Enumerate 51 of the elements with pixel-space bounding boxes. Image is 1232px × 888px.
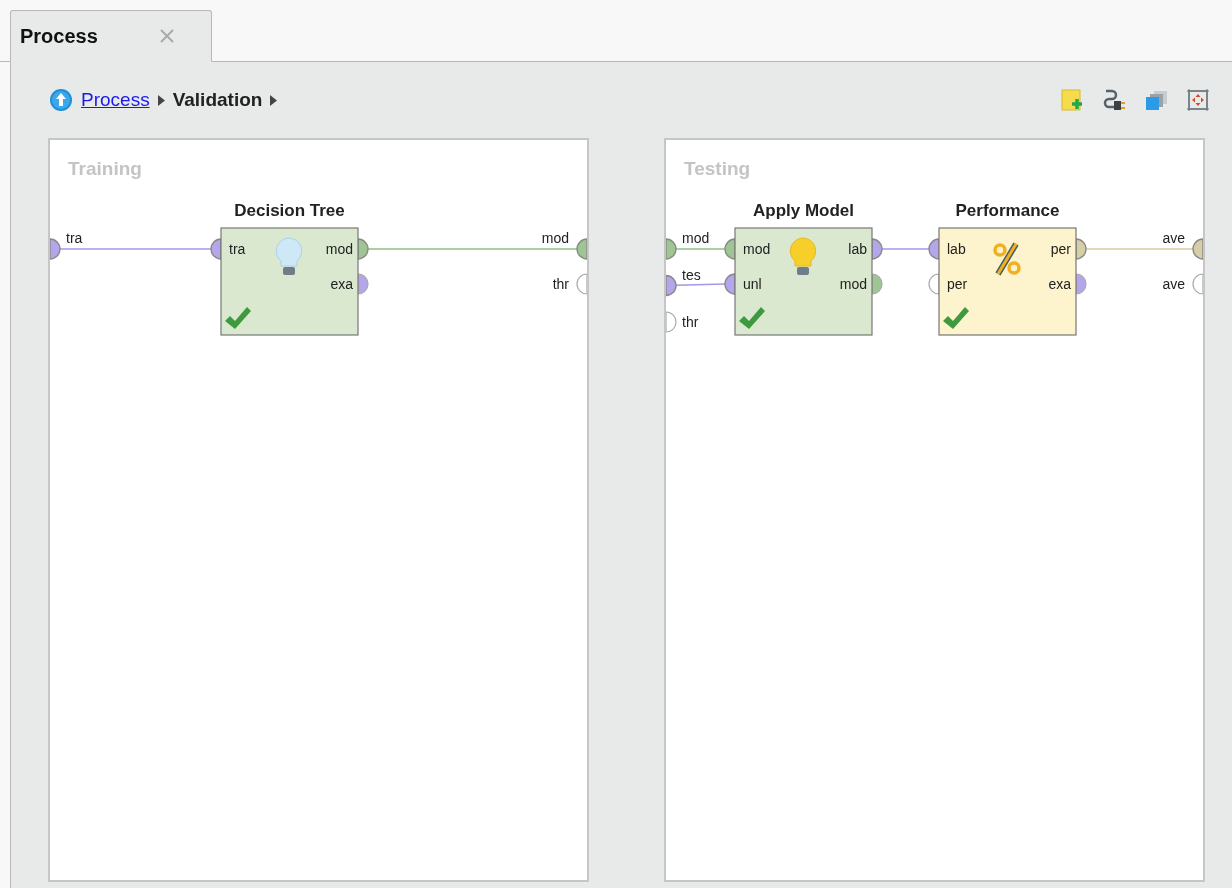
operator-box[interactable] xyxy=(734,227,873,336)
breadcrumb-link[interactable]: Process xyxy=(81,89,150,111)
port-label: thr xyxy=(552,276,569,292)
output-port[interactable] xyxy=(1192,273,1203,295)
tab[interactable]: Process xyxy=(10,10,212,62)
close-icon[interactable] xyxy=(159,29,174,43)
input-port[interactable] xyxy=(50,238,61,260)
port-label: exa xyxy=(1048,276,1071,292)
port-label: mod xyxy=(325,241,353,257)
caret-icon[interactable] xyxy=(270,94,278,106)
operator-box[interactable] xyxy=(938,227,1077,336)
port-label: mod xyxy=(682,230,710,246)
connection-line xyxy=(881,248,930,250)
port-label: lab xyxy=(848,241,867,257)
input-port[interactable] xyxy=(666,311,677,333)
port-label: thr xyxy=(682,314,699,330)
operator-title: Apply Model xyxy=(752,201,855,220)
plug-icon[interactable] xyxy=(1102,88,1126,112)
up-arrow-icon[interactable] xyxy=(49,88,73,112)
port-label: per xyxy=(947,276,968,292)
panel-title: Training xyxy=(68,158,142,179)
caret-icon[interactable] xyxy=(157,94,165,106)
light-bulb-icon xyxy=(789,237,817,275)
light-bulb-icon xyxy=(275,237,303,275)
panel-title: Testing xyxy=(684,158,751,179)
output-port[interactable] xyxy=(576,238,587,260)
output-port[interactable] xyxy=(576,273,587,295)
port-label: ave xyxy=(1162,230,1185,246)
port-label: ave xyxy=(1162,276,1185,292)
port-label: tra xyxy=(66,230,83,246)
input-port[interactable] xyxy=(666,238,677,260)
add-note-icon[interactable] xyxy=(1060,88,1084,112)
port-label: unl xyxy=(743,276,762,292)
port-label: per xyxy=(1050,241,1071,257)
port-label: tes xyxy=(682,266,701,283)
fit-icon[interactable] xyxy=(1186,88,1210,112)
port-label: mod xyxy=(541,230,569,246)
port-label: tra xyxy=(229,241,246,257)
breadcrumb-current: Validation xyxy=(172,89,263,111)
port-label: exa xyxy=(330,276,353,292)
port-label: mod xyxy=(839,276,867,292)
percent-icon xyxy=(993,242,1021,276)
operator-title: Decision Tree xyxy=(234,201,345,220)
port-label: lab xyxy=(947,241,966,257)
input-port[interactable] xyxy=(666,274,677,297)
port-label: mod xyxy=(743,241,771,257)
layers-icon[interactable] xyxy=(1144,88,1168,112)
operator-box[interactable] xyxy=(220,227,359,336)
output-port[interactable] xyxy=(1192,238,1203,260)
operator-title: Performance xyxy=(955,201,1060,220)
tab-label: Process xyxy=(20,24,98,48)
